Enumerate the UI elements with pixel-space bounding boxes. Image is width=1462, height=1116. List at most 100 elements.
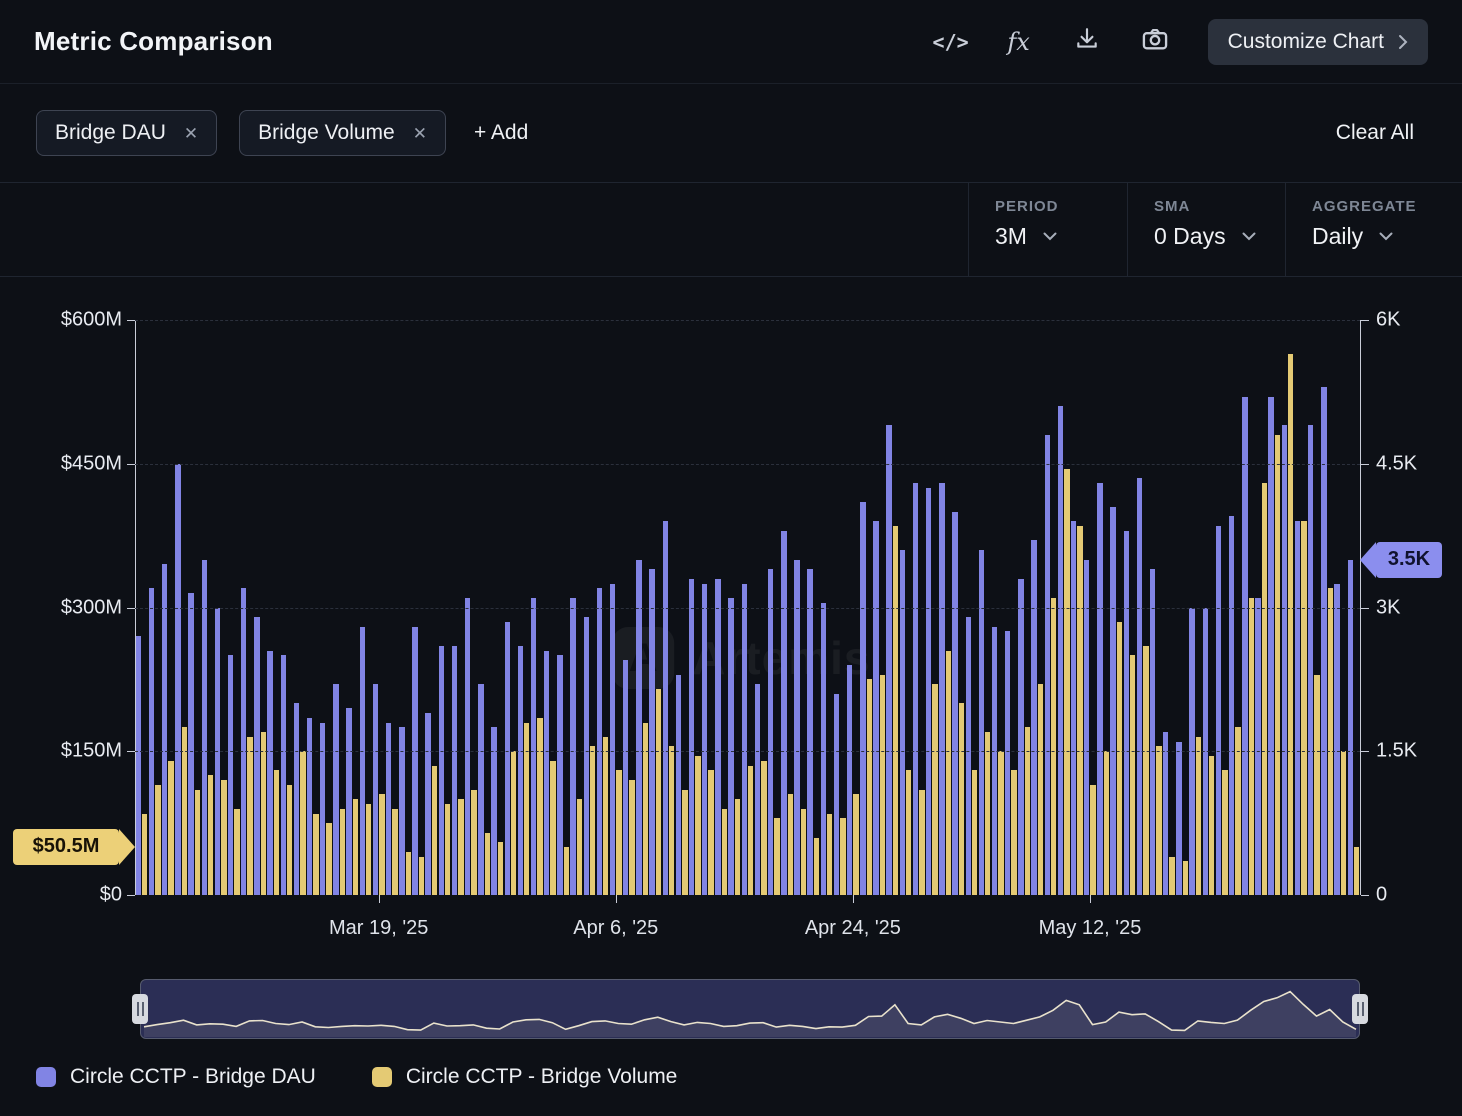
bar-volume[interactable] xyxy=(1301,521,1306,895)
bar-dau[interactable] xyxy=(505,622,510,895)
bar-volume[interactable] xyxy=(1077,526,1082,895)
bar-dau[interactable] xyxy=(952,512,957,895)
bar-volume[interactable] xyxy=(946,651,951,895)
bar-dau[interactable] xyxy=(1150,569,1155,895)
bar-volume[interactable] xyxy=(959,703,964,895)
bar-dau[interactable] xyxy=(1348,560,1353,895)
bar-volume[interactable] xyxy=(827,814,832,895)
bar-dau[interactable] xyxy=(1255,598,1260,895)
bar-volume[interactable] xyxy=(801,809,806,895)
bar-volume[interactable] xyxy=(1235,727,1240,895)
bar-volume[interactable] xyxy=(458,799,463,895)
bar-dau[interactable] xyxy=(175,464,180,895)
bar-volume[interactable] xyxy=(208,775,213,895)
bar-dau[interactable] xyxy=(202,560,207,895)
bar-volume[interactable] xyxy=(1117,622,1122,895)
bar-volume[interactable] xyxy=(629,780,634,895)
bar-dau[interactable] xyxy=(689,579,694,895)
sma-dropdown[interactable]: SMA 0 Days xyxy=(1127,183,1285,276)
bar-volume[interactable] xyxy=(867,679,872,895)
bar-dau[interactable] xyxy=(1031,540,1036,895)
bar-volume[interactable] xyxy=(840,818,845,895)
bar-volume[interactable] xyxy=(722,809,727,895)
bar-dau[interactable] xyxy=(873,521,878,895)
bar-dau[interactable] xyxy=(425,713,430,895)
bar-dau[interactable] xyxy=(452,646,457,895)
bar-dau[interactable] xyxy=(294,703,299,895)
bar-dau[interactable] xyxy=(913,483,918,895)
bar-volume[interactable] xyxy=(498,842,503,895)
legend-item-volume[interactable]: Circle CCTP - Bridge Volume xyxy=(372,1065,678,1089)
bar-dau[interactable] xyxy=(1058,406,1063,895)
bar-dau[interactable] xyxy=(188,593,193,895)
bar-dau[interactable] xyxy=(254,617,259,895)
bar-volume[interactable] xyxy=(656,689,661,895)
bar-dau[interactable] xyxy=(439,646,444,895)
customize-chart-button[interactable]: Customize Chart xyxy=(1208,19,1428,65)
bar-volume[interactable] xyxy=(985,732,990,895)
add-metric-button[interactable]: + Add xyxy=(474,121,528,145)
bar-dau[interactable] xyxy=(794,560,799,895)
bar-dau[interactable] xyxy=(267,651,272,895)
bar-volume[interactable] xyxy=(1341,751,1346,895)
screenshot-button[interactable] xyxy=(1126,19,1184,65)
navigator-handle-right[interactable] xyxy=(1352,994,1368,1024)
bar-dau[interactable] xyxy=(979,550,984,895)
bar-volume[interactable] xyxy=(603,737,608,895)
bar-dau[interactable] xyxy=(333,684,338,895)
bar-volume[interactable] xyxy=(577,799,582,895)
bar-dau[interactable] xyxy=(478,684,483,895)
bar-dau[interactable] xyxy=(399,727,404,895)
bar-volume[interactable] xyxy=(261,732,266,895)
bar-dau[interactable] xyxy=(781,531,786,895)
bar-volume[interactable] xyxy=(695,756,700,895)
bar-volume[interactable] xyxy=(379,794,384,895)
bar-dau[interactable] xyxy=(847,665,852,895)
bar-dau[interactable] xyxy=(518,646,523,895)
bar-volume[interactable] xyxy=(761,761,766,895)
bar-volume[interactable] xyxy=(406,852,411,895)
bar-dau[interactable] xyxy=(412,627,417,895)
bar-volume[interactable] xyxy=(1038,684,1043,895)
bar-dau[interactable] xyxy=(597,588,602,895)
bar-dau[interactable] xyxy=(821,603,826,895)
bar-dau[interactable] xyxy=(742,584,747,895)
bar-dau[interactable] xyxy=(649,569,654,895)
bar-volume[interactable] xyxy=(366,804,371,895)
bar-dau[interactable] xyxy=(1018,579,1023,895)
legend-item-dau[interactable]: Circle CCTP - Bridge DAU xyxy=(36,1065,316,1089)
bar-dau[interactable] xyxy=(136,636,141,895)
bar-dau[interactable] xyxy=(886,425,891,895)
bar-volume[interactable] xyxy=(274,770,279,895)
bar-volume[interactable] xyxy=(814,838,819,896)
bar-dau[interactable] xyxy=(1163,732,1168,895)
bar-dau[interactable] xyxy=(966,617,971,895)
bar-dau[interactable] xyxy=(860,502,865,895)
bar-volume[interactable] xyxy=(1249,598,1254,895)
bar-volume[interactable] xyxy=(550,761,555,895)
bar-dau[interactable] xyxy=(228,655,233,895)
bar-dau[interactable] xyxy=(1282,425,1287,895)
bar-volume[interactable] xyxy=(880,675,885,895)
bar-dau[interactable] xyxy=(307,718,312,895)
close-icon[interactable]: ✕ xyxy=(184,125,198,142)
bar-dau[interactable] xyxy=(320,723,325,896)
bar-dau[interactable] xyxy=(1124,531,1129,895)
bar-dau[interactable] xyxy=(1137,478,1142,895)
period-dropdown[interactable]: PERIOD 3M xyxy=(968,183,1127,276)
bar-volume[interactable] xyxy=(353,799,358,895)
bar-volume[interactable] xyxy=(1262,483,1267,895)
bar-dau[interactable] xyxy=(926,488,931,895)
bar-dau[interactable] xyxy=(1084,560,1089,895)
bar-volume[interactable] xyxy=(300,751,305,895)
bar-dau[interactable] xyxy=(939,483,944,895)
bar-volume[interactable] xyxy=(485,833,490,895)
bar-volume[interactable] xyxy=(524,723,529,896)
bar-dau[interactable] xyxy=(241,588,246,895)
chip-bridge-volume[interactable]: Bridge Volume ✕ xyxy=(239,110,446,156)
bar-volume[interactable] xyxy=(1275,435,1280,895)
bar-volume[interactable] xyxy=(1354,847,1359,895)
bar-dau[interactable] xyxy=(531,598,536,895)
bar-volume[interactable] xyxy=(392,809,397,895)
bar-dau[interactable] xyxy=(834,694,839,895)
